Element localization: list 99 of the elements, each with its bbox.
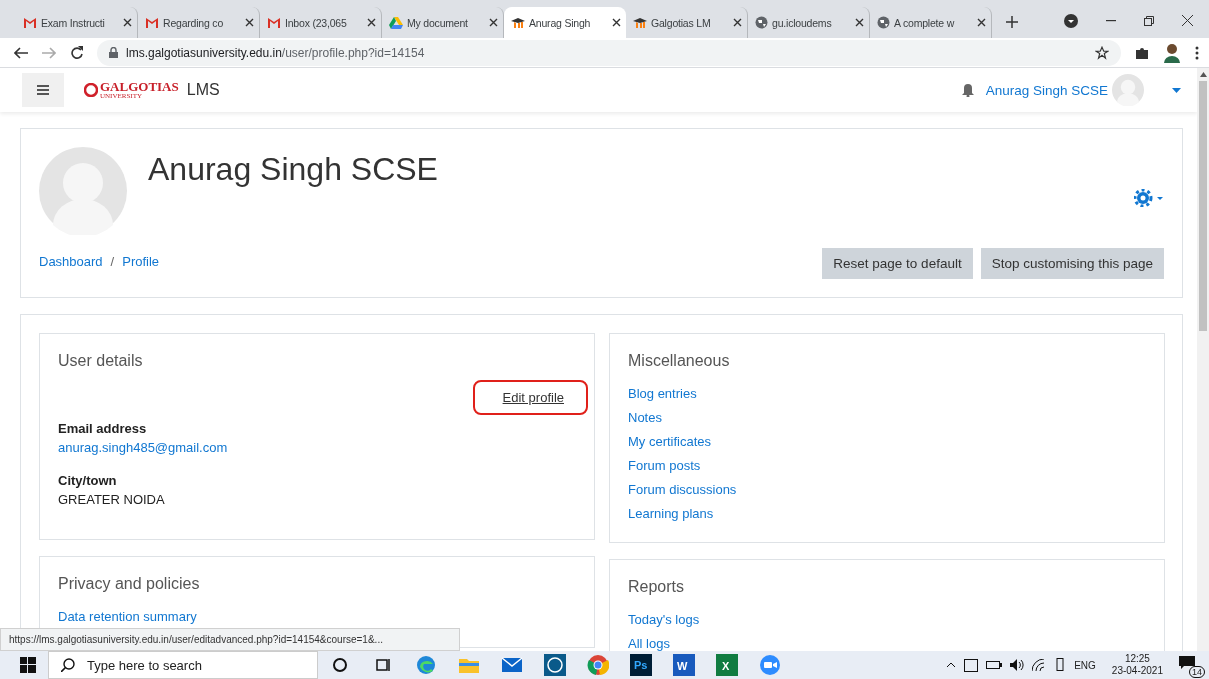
excel-icon[interactable]: X	[715, 654, 738, 676]
block-link[interactable]: Forum discussions	[628, 482, 737, 497]
block-link[interactable]: Today's logs	[628, 612, 700, 627]
lock-icon	[109, 47, 118, 58]
windows-icon[interactable]	[20, 657, 36, 673]
mail-icon[interactable]	[500, 657, 523, 673]
close-icon[interactable]	[612, 18, 621, 27]
profile-icon[interactable]	[1163, 42, 1181, 63]
bell-icon[interactable]	[961, 83, 974, 97]
scrollbar-thumb[interactable]	[1199, 81, 1207, 331]
block-link[interactable]: Blog entries	[628, 386, 697, 401]
circle-icon[interactable]	[331, 657, 348, 673]
menu-button[interactable]	[22, 73, 64, 107]
edit-profile-link[interactable]: Edit profile	[472, 380, 588, 415]
mail-icon	[23, 17, 37, 28]
chevron-icon[interactable]	[946, 662, 957, 668]
hat-icon	[633, 17, 647, 28]
language-text[interactable]: ENG	[1074, 659, 1096, 671]
mail-icon	[267, 17, 281, 28]
word-icon[interactable]: W	[672, 654, 695, 676]
logo-icon	[84, 83, 98, 97]
block-link[interactable]: Notes	[628, 410, 662, 425]
logo-text: GALGOTIAS	[100, 80, 179, 93]
restore-icon[interactable]	[1144, 16, 1154, 26]
back-icon[interactable]	[14, 46, 28, 59]
mail-icon	[145, 17, 159, 28]
block-link[interactable]: Learning plans	[628, 506, 714, 521]
clock-date[interactable]: 23-04-2021	[1111, 665, 1163, 678]
more-icon[interactable]	[1195, 45, 1199, 60]
chrome-icon[interactable]	[586, 654, 609, 676]
browser-tab[interactable]: Exam Instructi	[16, 7, 138, 38]
block-link[interactable]: All logs	[628, 636, 670, 651]
site-name: LMS	[186, 81, 220, 99]
globe-icon	[755, 16, 768, 29]
photoshop-icon[interactable]: Ps	[629, 654, 652, 676]
hat-icon	[511, 17, 525, 28]
star-icon[interactable]	[1095, 45, 1109, 60]
breadcrumb-link[interactable]: Dashboard	[39, 254, 103, 279]
block-link[interactable]: My certificates	[628, 434, 712, 449]
taskbar-search-field[interactable]: Type here to search	[48, 651, 318, 679]
close-icon[interactable]	[1182, 15, 1193, 26]
email-link[interactable]: anurag.singh485@gmail.com	[58, 440, 576, 455]
close-icon[interactable]	[245, 18, 254, 27]
block-title: User details	[58, 352, 144, 370]
search-icon	[61, 658, 75, 672]
task-view-icon[interactable]	[374, 657, 391, 673]
close-icon[interactable]	[489, 18, 498, 27]
breadcrumb-separator: /	[110, 254, 115, 271]
puzzle-icon[interactable]	[1135, 45, 1149, 60]
clock-time[interactable]: 12:25	[1124, 652, 1150, 665]
block-title: Miscellaneous	[628, 352, 731, 370]
globe-icon	[877, 16, 890, 29]
folder-icon[interactable]	[457, 656, 480, 674]
video-camera-icon[interactable]	[758, 654, 781, 676]
page-button[interactable]: Reset page to default	[822, 248, 973, 279]
browser-tab[interactable]: Inbox (23,065	[260, 7, 382, 38]
browser-tab[interactable]: A complete w	[870, 7, 992, 38]
plus-icon[interactable]	[1006, 16, 1018, 28]
address-bar[interactable]: lms.galgotiasuniversity.edu.in/user/profile.php?id=14154	[97, 39, 1121, 66]
page-button[interactable]: Stop customising this page	[980, 248, 1164, 279]
avatar-icon	[39, 147, 127, 235]
battery-icon[interactable]	[986, 661, 1003, 669]
browser-tab[interactable]: Anurag Singh	[504, 7, 626, 38]
close-icon[interactable]	[733, 18, 742, 27]
minimize-icon[interactable]	[1106, 20, 1116, 22]
field-value: GREATER NOIDA	[58, 492, 166, 507]
block-title: Reports	[628, 578, 686, 596]
reload-icon[interactable]	[70, 46, 83, 59]
wifi-icon[interactable]	[1032, 659, 1047, 671]
field-label: City/town	[58, 473, 118, 488]
close-icon[interactable]	[367, 18, 376, 27]
browser-tab[interactable]: Regarding co	[138, 7, 260, 38]
scroll-up-icon[interactable]	[1199, 72, 1207, 77]
status-url: https://lms.galgotiasuniversity.edu.in/user/editadvanced.php?id=14154&course=1&...	[0, 628, 460, 651]
tray-app-icon[interactable]	[964, 658, 979, 672]
triangle-icon	[389, 16, 403, 29]
gear-icon[interactable]	[1134, 189, 1164, 207]
close-icon[interactable]	[855, 18, 864, 27]
profile-name: Anurag Singh SCSE	[148, 151, 438, 188]
notification-count: 14	[1189, 666, 1205, 678]
speaker-icon[interactable]	[1010, 659, 1025, 671]
close-icon[interactable]	[977, 18, 986, 27]
field-label: Email address	[58, 421, 148, 436]
menu-icon	[37, 85, 49, 95]
block-title: Privacy and policies	[58, 575, 201, 593]
breadcrumb-link[interactable]: Profile	[122, 254, 160, 279]
edge-icon[interactable]	[415, 655, 436, 675]
dropdown-icon[interactable]	[1064, 14, 1078, 28]
app-icon[interactable]	[543, 654, 566, 676]
browser-tab[interactable]: gu.icloudems	[748, 7, 870, 38]
caret-icon[interactable]	[1172, 87, 1181, 93]
avatar-icon	[1112, 74, 1144, 106]
block-link[interactable]: Data retention summary	[58, 609, 197, 624]
url-text: lms.galgotiasuniversity.edu.in/user/profile.php?id=14154	[126, 45, 426, 60]
block-link[interactable]: Forum posts	[628, 458, 701, 473]
notification-icon[interactable]	[1179, 656, 1195, 670]
user-menu-link[interactable]: Anurag Singh SCSE	[985, 82, 1108, 98]
close-icon[interactable]	[123, 18, 132, 27]
browser-tab[interactable]: Galgotias LM	[626, 7, 748, 38]
